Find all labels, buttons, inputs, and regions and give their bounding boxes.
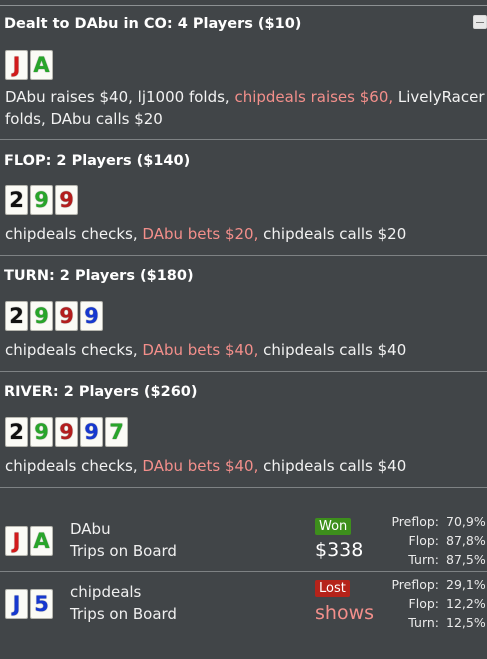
playing-card: A [30,50,53,80]
action-text: chipdeals checks, [5,457,143,475]
hand-description: Trips on Board [70,542,177,560]
shows-label: shows [315,602,375,624]
playing-card: 9 [80,301,103,331]
action-text: DAbu raises $40, lj1000 folds, [5,88,235,106]
playing-card: 9 [30,301,53,331]
playing-card: 7 [105,417,128,447]
won-amount: $338 [315,539,364,561]
playing-card: 5 [30,589,53,619]
flop-action-line: chipdeals checks, DAbu bets $20, chipdea… [5,223,406,245]
playing-card: 9 [30,417,53,447]
river-cards: 2 9 9 9 7 [5,417,130,447]
stat-value: 87,5% [446,552,486,567]
stat-value: 12,2% [446,596,486,611]
section-divider [0,139,487,140]
section-divider [0,487,487,488]
stat-value: 12,5% [446,615,486,630]
lost-badge: Lost [315,580,350,597]
action-text: chipdeals checks, [5,341,143,359]
section-divider [0,255,487,256]
stat-label: Flop: [408,596,439,611]
preflop-header: Dealt to DAbu in CO: 4 Players ($10) [4,16,302,32]
playing-card: 2 [5,185,28,215]
action-highlight: DAbu bets $40, [142,341,259,359]
expand-icon[interactable] [473,15,487,29]
playing-card: J [5,50,28,80]
top-divider [0,5,487,6]
playing-card: J [5,589,28,619]
hand-description: Trips on Board [70,605,177,623]
player-name: chipdeals [70,583,142,601]
action-highlight: DAbu bets $20, [142,225,259,243]
preflop-action-line-1: DAbu raises $40, lj1000 folds, chipdeals… [5,86,485,108]
playing-card: 9 [55,417,78,447]
turn-header: TURN: 2 Players ($180) [4,268,194,284]
playing-card: A [30,526,53,556]
playing-card: 9 [80,417,103,447]
action-highlight: DAbu bets $40, [142,457,259,475]
hero-cards: J A [5,50,55,80]
stat-label: Turn: [408,552,439,567]
action-highlight: chipdeals raises $60, [234,88,394,106]
stat-label: Flop: [408,533,439,548]
section-divider [0,571,487,572]
playing-card: 9 [30,185,53,215]
won-badge: Won [315,518,352,535]
section-divider [0,371,487,372]
flop-header: FLOP: 2 Players ($140) [4,153,191,169]
playing-card: 9 [55,301,78,331]
stat-value: 29,1% [446,577,486,592]
playing-card: J [5,526,28,556]
action-text: chipdeals checks, [5,225,143,243]
river-action-line: chipdeals checks, DAbu bets $40, chipdea… [5,455,406,477]
river-header: RIVER: 2 Players ($260) [4,384,198,400]
turn-action-line: chipdeals checks, DAbu bets $40, chipdea… [5,339,406,361]
result-cards-chipdeals: J 5 [5,589,55,619]
stat-label: Turn: [408,615,439,630]
preflop-action-line-2: folds, DAbu calls $20 [5,110,163,128]
stat-value: 87,8% [446,533,486,548]
action-text: chipdeals calls $20 [258,225,407,243]
playing-card: 9 [55,185,78,215]
stat-value: 70,9% [446,514,486,529]
flop-cards: 2 9 9 [5,185,80,215]
result-cards-dabu: J A [5,526,55,556]
action-text: chipdeals calls $40 [258,457,407,475]
stat-label: Preflop: [391,577,439,592]
action-text: LivelyRacer [393,88,485,106]
player-name: DAbu [70,520,111,538]
stat-label: Preflop: [391,514,439,529]
playing-card: 2 [5,301,28,331]
turn-cards: 2 9 9 9 [5,301,105,331]
playing-card: 2 [5,417,28,447]
action-text: chipdeals calls $40 [258,341,407,359]
